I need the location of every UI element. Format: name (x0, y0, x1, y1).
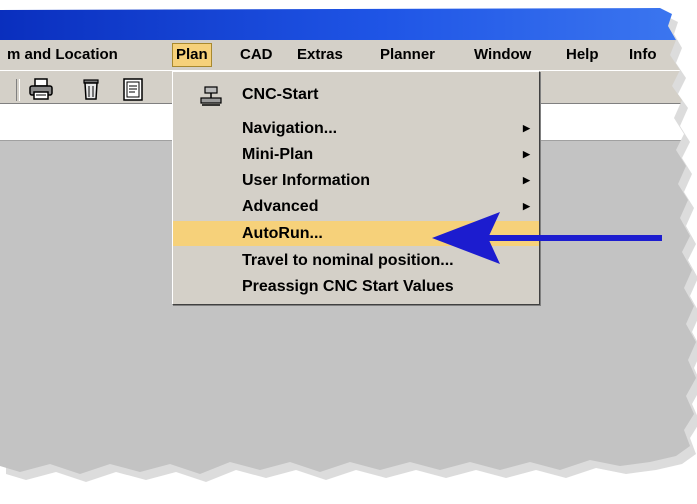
toolbar-separator (16, 79, 20, 101)
menu-item-plan[interactable]: Plan (172, 43, 212, 67)
menu-item-cnc-start[interactable]: CNC-Start (173, 82, 539, 107)
menu-item-navigation[interactable]: Navigation... ▶ (173, 116, 539, 141)
menu-item-extras[interactable]: Extras (294, 44, 346, 66)
menu-bar: m and Location Plan CAD Extras Planner W… (0, 40, 696, 71)
menu-item-user-information[interactable]: User Information ▶ (173, 168, 539, 193)
menu-item-form-and-location[interactable]: m and Location (4, 44, 121, 66)
menu-item-label: Mini-Plan (242, 146, 314, 163)
screenshot-frame: m and Location Plan CAD Extras Planner W… (0, 8, 696, 474)
document-icon (123, 78, 143, 101)
menu-item-label: Advanced (242, 198, 319, 215)
cnc-machine-icon (200, 86, 222, 106)
submenu-arrow-icon: ▶ (523, 149, 530, 159)
menu-item-preassign-cnc-start-values[interactable]: Preassign CNC Start Values (173, 274, 539, 299)
trash-icon (83, 79, 99, 100)
pointer-arrow-icon (432, 212, 662, 264)
printer-icon (29, 78, 53, 100)
submenu-arrow-icon: ▶ (523, 175, 530, 185)
delete-button[interactable] (78, 77, 104, 101)
menu-item-label: Preassign CNC Start Values (242, 278, 454, 295)
menu-item-mini-plan[interactable]: Mini-Plan ▶ (173, 142, 539, 167)
menu-item-label: AutoRun... (242, 225, 323, 242)
print-button[interactable] (28, 77, 54, 101)
menu-item-planner[interactable]: Planner (377, 44, 438, 66)
menu-item-window[interactable]: Window (471, 44, 534, 66)
menu-item-label: User Information (242, 172, 371, 189)
menu-item-info[interactable]: Info (626, 44, 660, 66)
document-button[interactable] (120, 77, 146, 101)
menu-item-label: Travel to nominal position... (242, 252, 454, 269)
menu-item-label: CNC-Start (242, 86, 319, 103)
submenu-arrow-icon: ▶ (523, 123, 530, 133)
menu-item-cad[interactable]: CAD (237, 44, 276, 66)
title-bar (0, 8, 696, 40)
menu-item-help[interactable]: Help (563, 44, 602, 66)
menu-item-label: Navigation... (242, 120, 338, 137)
